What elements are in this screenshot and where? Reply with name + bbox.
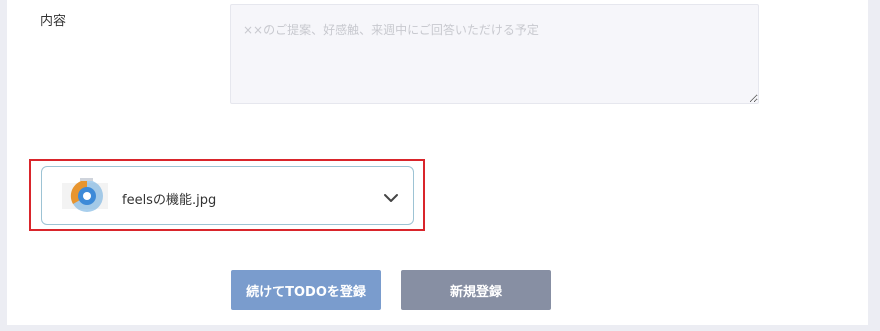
content-textarea[interactable] bbox=[230, 4, 759, 104]
continue-todo-button[interactable]: 続けてTODOを登録 bbox=[231, 270, 381, 310]
content-label: 内容 bbox=[40, 14, 67, 29]
attachment-file-name: feelsの機能.jpg bbox=[122, 193, 217, 208]
image-thumbnail-icon bbox=[62, 177, 108, 215]
chevron-down-icon[interactable] bbox=[383, 190, 399, 204]
new-register-button[interactable]: 新規登録 bbox=[401, 270, 551, 310]
attachment-dropdown[interactable]: feelsの機能.jpg bbox=[41, 166, 414, 225]
